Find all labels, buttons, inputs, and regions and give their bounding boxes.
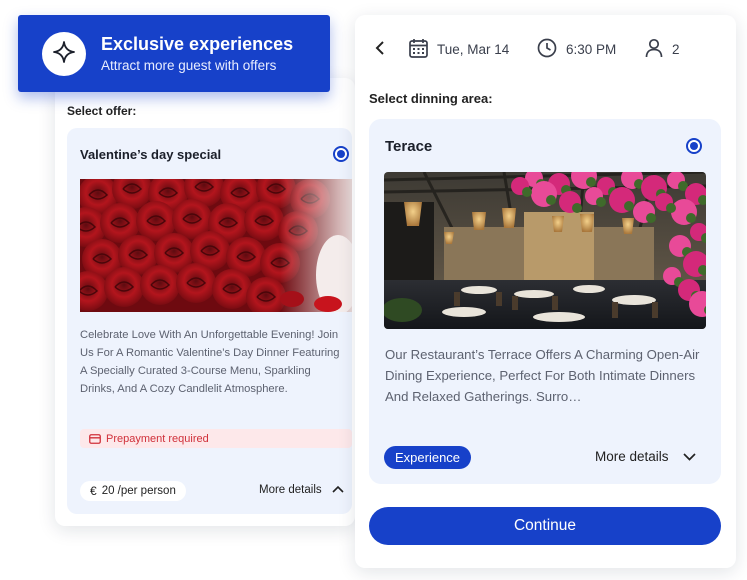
offer-image-roses [80,179,352,312]
currency-symbol: € [90,484,97,498]
continue-button[interactable]: Continue [369,507,721,545]
guests-selector[interactable]: 2 [645,38,680,61]
booking-panel: Tue, Mar 14 6:30 PM 2 Select dinning are… [355,15,736,568]
date-text: Tue, Mar 14 [437,42,510,57]
chevron-up-icon [332,484,344,496]
area-more-details-button[interactable]: More details [595,449,696,464]
card-icon [89,433,101,444]
offer-description: Celebrate Love With An Unforgettable Eve… [80,329,340,395]
experience-badge: Experience [384,446,472,469]
banner-badge [42,32,86,76]
calendar-icon [409,38,428,61]
screen: Select offer: Valentine’s day special Ce… [0,0,747,580]
more-details-label: More details [259,484,322,496]
select-area-label: Select dinning area: [369,91,493,106]
offer-more-details-button[interactable]: More details [259,484,344,496]
sparkle-icon [52,40,76,69]
back-arrow-icon[interactable] [375,41,385,60]
area-title: Terace [385,138,433,155]
prepayment-label: Prepayment required [106,432,209,445]
person-icon [645,38,663,61]
guests-text: 2 [672,42,680,57]
price-text: 20 /per person [101,485,176,497]
select-offer-label: Select offer: [67,104,137,118]
offers-panel: Select offer: Valentine’s day special Ce… [55,78,355,526]
promo-banner: Exclusive experiences Attract more guest… [18,15,330,92]
booking-summary-bar: Tue, Mar 14 6:30 PM 2 [355,35,736,63]
area-image-terrace [384,172,706,329]
clock-icon [537,38,557,61]
more-details-label: More details [595,449,669,464]
time-selector[interactable]: 6:30 PM [537,38,616,61]
banner-subtitle: Attract more guest with offers [101,58,277,73]
date-selector[interactable]: Tue, Mar 14 [409,38,509,61]
offer-radio-selected[interactable] [333,146,349,162]
offer-card[interactable]: Valentine’s day special Celebrate Love W… [67,128,352,514]
price-pill: € 20 /per person [80,481,186,501]
chevron-down-icon [682,449,696,464]
time-text: 6:30 PM [566,42,617,57]
offer-title: Valentine’s day special [80,147,222,162]
area-description: Our Restaurant’s Terrace Offers A Charmi… [385,347,700,404]
dining-area-card[interactable]: Terace Our Restaurant’s Terrace Offers A… [369,119,721,484]
area-radio-selected[interactable] [686,138,702,154]
banner-title: Exclusive experiences [101,34,294,54]
prepayment-badge: Prepayment required [80,429,352,448]
